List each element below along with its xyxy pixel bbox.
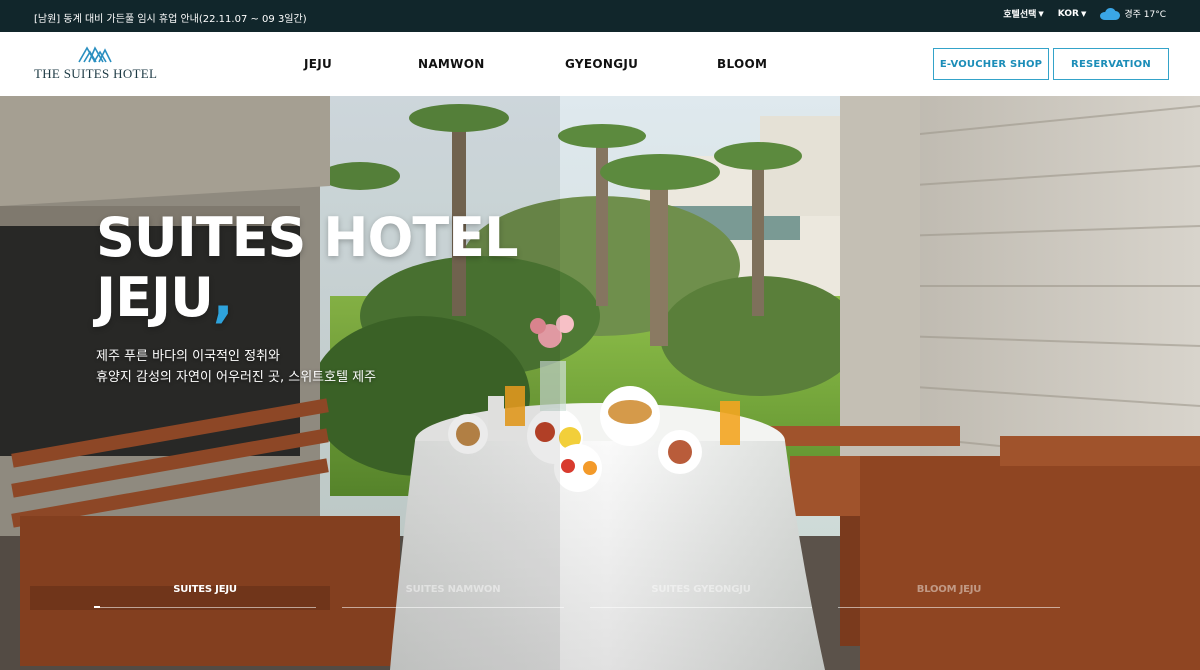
hero-subtitle: 제주 푸른 바다의 이국적인 정취와 휴양지 감성의 자연이 어우러진 곳, 스… <box>96 346 376 388</box>
hero-subtitle-line1: 제주 푸른 바다의 이국적인 정취와 <box>96 349 280 364</box>
hotel-logo[interactable]: THE SUITES HOTEL <box>34 44 158 84</box>
hero-title-line1: SUITES HOTEL <box>96 206 518 269</box>
top-notice-bar: [남원] 동계 대비 가든풀 임시 휴업 안내(22.11.07 ~ 09 3일… <box>0 0 1200 32</box>
nav-item-namwon[interactable]: NAMWON <box>418 57 485 71</box>
main-header: THE SUITES HOTEL JEJU NAMWON GYEONGJU BL… <box>0 32 1200 96</box>
caret-down-icon: ▼ <box>1080 9 1087 18</box>
hero-title-accent: , <box>212 266 233 329</box>
caret-down-icon: ▼ <box>1038 9 1044 18</box>
tab-suites-gyeongju[interactable]: SUITES GYEONGJU <box>590 584 812 608</box>
hero-subtitle-line2: 휴양지 감성의 자연이 어우러진 곳, 스위트호텔 제주 <box>96 370 377 385</box>
tab-underline <box>94 607 316 608</box>
tab-underline <box>838 607 1060 608</box>
hotel-select-dropdown[interactable]: 호텔선택 ▼ <box>1003 7 1044 21</box>
hotel-select-label: 호텔선택 <box>1003 10 1037 20</box>
tab-bloom-jeju[interactable]: BLOOM JEJU <box>838 584 1060 608</box>
e-voucher-shop-button[interactable]: E-VOUCHER SHOP <box>933 48 1049 80</box>
tab-label: SUITES JEJU <box>173 584 237 595</box>
notice-text[interactable]: [남원] 동계 대비 가든풀 임시 휴업 안내(22.11.07 ~ 09 3일… <box>34 10 307 25</box>
tab-suites-jeju[interactable]: SUITES JEJU <box>94 584 316 608</box>
logo-mark-icon <box>78 46 112 63</box>
nav-item-jeju[interactable]: JEJU <box>304 57 332 71</box>
hero-title: SUITES HOTEL JEJU, <box>96 206 518 329</box>
nav-item-bloom[interactable]: BLOOM <box>717 57 767 71</box>
reservation-button[interactable]: RESERVATION <box>1053 48 1169 80</box>
tab-label: BLOOM JEJU <box>916 584 982 595</box>
hotel-tabs: SUITES JEJU SUITES NAMWON SUITES GYEONGJ… <box>94 584 1094 614</box>
logo-text: THE SUITES HOTEL <box>34 66 158 81</box>
weather-widget: 경주 17°C <box>1100 7 1166 20</box>
tab-underline <box>342 607 564 608</box>
utility-menu: 호텔선택 ▼ KOR ▼ 경주 17°C <box>1003 7 1166 20</box>
tab-active-indicator <box>94 606 100 608</box>
tab-label: SUITES GYEONGJU <box>651 584 751 595</box>
tab-underline <box>590 607 812 608</box>
nav-item-gyeongju[interactable]: GYEONGJU <box>565 57 638 71</box>
tab-label: SUITES NAMWON <box>405 584 501 595</box>
tab-suites-namwon[interactable]: SUITES NAMWON <box>342 584 564 608</box>
language-label: KOR <box>1057 8 1079 19</box>
language-dropdown[interactable]: KOR ▼ <box>1058 9 1087 19</box>
hero-title-line2: JEJU <box>96 266 214 329</box>
weather-text: 경주 17°C <box>1124 10 1166 20</box>
cloud-icon <box>1100 7 1121 20</box>
hero-section: SUITES HOTEL JEJU, 제주 푸른 바다의 이국적인 정취와 휴양… <box>0 96 1200 670</box>
